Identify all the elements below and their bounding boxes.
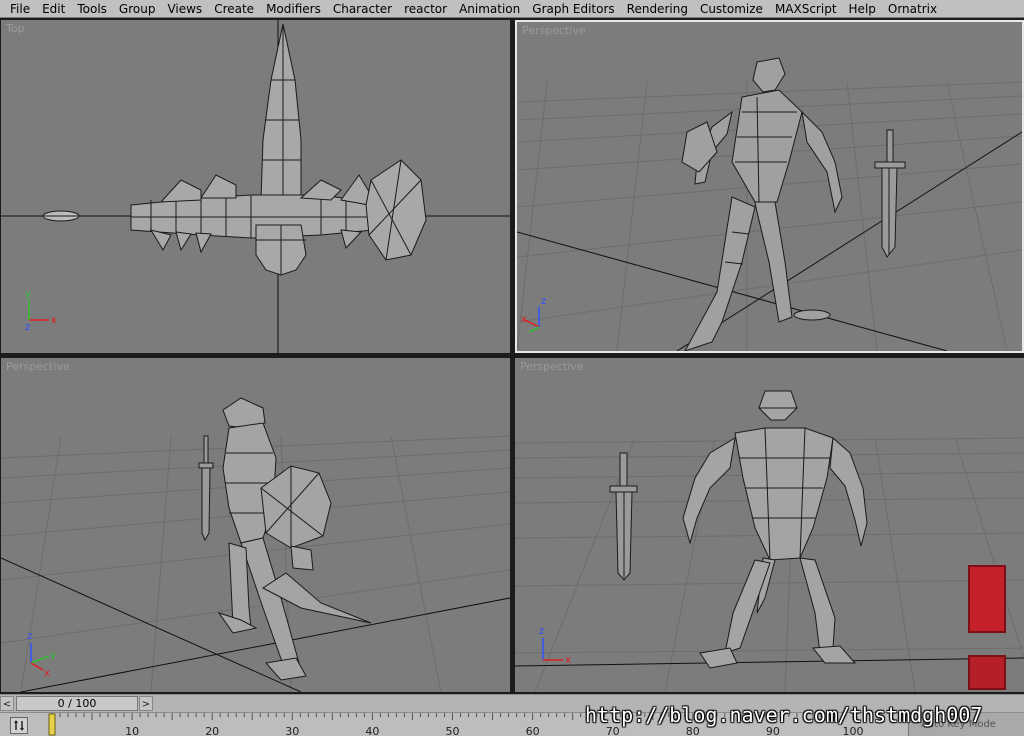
track-tick-label: 30	[285, 725, 300, 736]
axis-gizmo-persp-1: z x	[521, 296, 546, 333]
menu-ornatrix[interactable]: Ornatrix	[882, 0, 943, 18]
viewport-perspective-scene-2: z y x	[1, 397, 510, 692]
viewport-perspective-active[interactable]: z x Perspective	[515, 20, 1024, 353]
viewport-label[interactable]: Perspective	[520, 360, 584, 373]
menu-file[interactable]: File	[4, 0, 36, 18]
viewport-perspective-3[interactable]: z x Perspective	[515, 358, 1024, 692]
menu-views[interactable]: Views	[161, 0, 208, 18]
menu-edit[interactable]: Edit	[36, 0, 71, 18]
track-tick-label: 40	[365, 725, 380, 736]
axis-x-label: x	[44, 668, 50, 679]
time-cursor[interactable]	[48, 713, 56, 736]
viewport-top-scene: x y z	[1, 20, 510, 353]
viewport-top[interactable]: x y z Top	[1, 20, 510, 353]
axis-z-label: z	[541, 296, 546, 307]
menu-help[interactable]: Help	[843, 0, 882, 18]
menu-create[interactable]: Create	[208, 0, 260, 18]
menu-group[interactable]: Group	[113, 0, 162, 18]
viewport-area: x y z Top z x Perspective z y x Perspect…	[0, 18, 1024, 694]
axis-y-label: y	[50, 650, 56, 661]
creature-mesh-front	[682, 390, 868, 669]
time-prev-button[interactable]: <	[0, 696, 14, 711]
viewport-label[interactable]: Top	[6, 22, 25, 35]
sword-mesh-top	[42, 210, 80, 222]
viewport-label[interactable]: Perspective	[522, 24, 586, 37]
axis-gizmo-top: x y z	[25, 289, 57, 333]
viewport-perspective-scene-1: z x	[517, 57, 1022, 351]
red-seal-stamp	[968, 565, 1006, 633]
menu-customize[interactable]: Customize	[694, 0, 769, 18]
axis-gizmo-persp-3: z x	[539, 626, 571, 666]
creature-mesh-back	[681, 57, 843, 351]
track-tick-label: 20	[205, 725, 220, 736]
axis-x-label: x	[521, 314, 527, 325]
sword-mesh-persp-3	[609, 452, 638, 581]
menu-tools[interactable]: Tools	[71, 0, 113, 18]
sword-mesh-persp-1	[874, 129, 906, 258]
menu-animation[interactable]: Animation	[453, 0, 526, 18]
creature-mesh-top	[130, 23, 427, 276]
time-slider-thumb[interactable]: 0 / 100	[16, 696, 138, 711]
menu-maxscript[interactable]: MAXScript	[769, 0, 843, 18]
axis-x-label: x	[565, 655, 571, 666]
blog-watermark: http://blog.naver.com/thstmdgh007	[585, 703, 983, 727]
sword-mesh-persp-2	[198, 435, 214, 542]
axis-y-label: y	[25, 289, 31, 300]
menu-rendering[interactable]: Rendering	[621, 0, 694, 18]
viewport-label[interactable]: Perspective	[6, 360, 70, 373]
menu-bar: File Edit Tools Group Views Create Modifiers Ch…	[0, 0, 1024, 18]
time-next-button[interactable]: >	[139, 696, 153, 711]
menu-reactor[interactable]: reactor	[398, 0, 453, 18]
track-tick-label: 60	[525, 725, 540, 736]
red-seal-stamp-small	[968, 655, 1006, 690]
menu-character[interactable]: Character	[327, 0, 398, 18]
viewport-perspective-2[interactable]: z y x Perspective	[1, 358, 510, 692]
menu-graph-editors[interactable]: Graph Editors	[526, 0, 620, 18]
track-tick-label: 10	[125, 725, 140, 736]
viewport-perspective-scene-3: z x	[515, 390, 1024, 692]
menu-modifiers[interactable]: Modifiers	[260, 0, 327, 18]
axis-x-label: x	[51, 315, 57, 326]
axis-gizmo-persp-2: z y x	[27, 631, 56, 679]
track-tick-label: 50	[445, 725, 460, 736]
axis-z-label: z	[25, 322, 30, 333]
creature-mesh-side	[217, 397, 372, 681]
axis-z-label: z	[27, 631, 32, 642]
axis-z-label: z	[539, 626, 544, 637]
